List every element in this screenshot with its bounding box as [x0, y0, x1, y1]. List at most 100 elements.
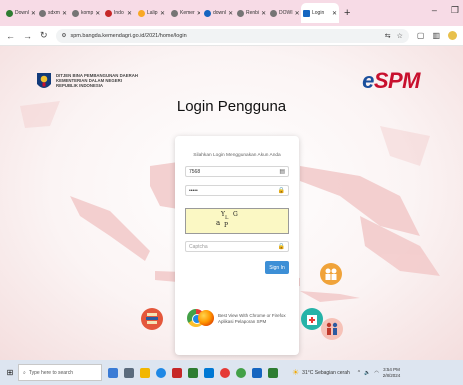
close-icon[interactable]: ✕ [261, 10, 266, 17]
system-tray: ^ 🔈 ◠ [358, 370, 379, 376]
people-icon [325, 268, 337, 280]
close-icon[interactable]: ✕ [332, 10, 337, 17]
address-bar: ← → ↻ ⚙ spm.bangda.kemendagri.go.id/2021… [0, 26, 463, 46]
chevron-up-icon[interactable]: ^ [358, 370, 360, 376]
windows-start-icon[interactable]: ⊞ [2, 368, 18, 377]
close-icon[interactable]: ✕ [228, 10, 233, 17]
sign-in-button[interactable]: Sign In [265, 261, 289, 274]
captcha-char: a [216, 219, 221, 227]
clock-date: 2/8/2024 [382, 372, 401, 378]
edge-icon[interactable] [204, 367, 214, 378]
forward-icon[interactable]: → [23, 31, 32, 41]
user-card-icon: ▤ [279, 169, 285, 175]
weather-widget[interactable]: ☀ 31°C Sebagian cerah [292, 368, 350, 377]
education-service-icon[interactable] [141, 308, 163, 330]
tab-favicon [72, 9, 79, 17]
tab-label: Downl [15, 10, 29, 16]
brand-spm: SPM [373, 68, 421, 93]
close-icon[interactable]: ✕ [95, 10, 100, 17]
restore-icon[interactable]: ❐ [451, 5, 459, 16]
browser-tab[interactable]: Downl ✕ [4, 3, 35, 23]
site-info-icon[interactable]: ⚙ [62, 33, 67, 39]
taskbar-search-field[interactable]: ⌕ Type here to search [18, 364, 102, 381]
translate-icon[interactable]: ⇆ [385, 32, 391, 40]
browser-tab[interactable]: sdxm ✕ [37, 3, 68, 23]
app-icon[interactable] [188, 367, 198, 378]
captcha-field[interactable]: Captcha 🔒 [185, 241, 289, 252]
browser-tab[interactable]: downl ✕ [202, 3, 233, 23]
lock-icon: 🔒 [277, 188, 285, 194]
app-icon[interactable] [220, 367, 230, 378]
word-icon[interactable] [252, 367, 262, 378]
browser-tab[interactable]: Renbi ✕ [235, 3, 266, 23]
close-icon[interactable]: ✕ [197, 10, 200, 17]
family-icon [326, 322, 338, 335]
tab-favicon [237, 9, 244, 17]
tab-favicon [204, 9, 211, 17]
app-icon[interactable] [172, 367, 182, 378]
social-service-icon[interactable] [320, 263, 342, 285]
health-service-icon[interactable] [301, 308, 323, 330]
windows-taskbar: ⊞ ⌕ Type here to search ☀ 31°C Sebagian … [0, 360, 463, 385]
tab-label: Renbi [246, 10, 260, 16]
close-icon[interactable]: ✕ [62, 10, 67, 17]
new-tab-button[interactable]: + [344, 7, 350, 19]
clock-time: 3:54 PM [383, 366, 400, 372]
browser-tab-strip: Downl ✕ sdxm ✕ komp ✕ Indo ✕ Lalip ✕ Kemer ✕ downl ✕ R… [0, 0, 463, 26]
chrome-taskbar-icon[interactable] [156, 367, 166, 378]
best-view-note: Best View With Chrome or Firefox Aplikas… [187, 307, 287, 329]
organization-name: DITJEN BINA PEMBANGUNAN DAERAH KEMENTERI… [56, 73, 138, 88]
captcha-char: P [224, 222, 229, 229]
tab-login[interactable]: Login ✕ [301, 3, 339, 23]
close-icon[interactable]: ✕ [31, 10, 35, 17]
profile-avatar[interactable] [448, 31, 457, 40]
login-hint: Silahkan Login Menggunakan Akun Anda [193, 153, 281, 158]
file-explorer-icon[interactable] [140, 367, 150, 378]
captcha-placeholder: Captcha [189, 243, 208, 250]
reload-icon[interactable]: ↻ [40, 30, 48, 41]
tab-label: DOWI [279, 10, 293, 16]
taskbar-clock[interactable]: 3:54 PM 2/8/2024 [383, 367, 401, 379]
search-icon: ⌕ [23, 369, 26, 376]
browser-tab[interactable]: Kemer ✕ [169, 3, 200, 23]
close-icon[interactable]: ✕ [160, 10, 165, 17]
browser-tab[interactable]: Indo ✕ [103, 3, 134, 23]
window-controls: – ❐ [432, 5, 459, 16]
page-content: DITJEN BINA PEMBANGUNAN DAERAH KEMENTERI… [0, 46, 463, 360]
captcha-image: a Y L P G [185, 208, 289, 234]
bookmark-star-icon[interactable]: ☆ [397, 32, 403, 40]
tab-label: Lalip [147, 10, 158, 16]
widgets-icon[interactable] [124, 367, 134, 378]
close-icon[interactable]: ✕ [295, 10, 299, 17]
browser-tab[interactable]: komp ✕ [70, 3, 101, 23]
tab-label: downl [213, 10, 227, 16]
browser-tab[interactable]: DOWI ✕ [268, 3, 299, 23]
espm-logo: eSPM [362, 68, 420, 94]
wifi-icon[interactable]: ◠ [374, 370, 378, 376]
back-icon[interactable]: ← [6, 31, 15, 41]
books-icon [146, 313, 158, 324]
firefox-icon [198, 310, 214, 326]
search-placeholder: Type here to search [28, 369, 74, 376]
browser-tab[interactable]: Lalip ✕ [136, 3, 167, 23]
url-text: spm.bangda.kemendagri.go.id/2021/home/lo… [70, 32, 187, 39]
sidepanel-icon[interactable]: ▥ [432, 31, 440, 40]
tab-label: Kemer [180, 10, 195, 16]
task-view-icon[interactable] [108, 367, 118, 378]
tab-label: Indo [114, 10, 124, 16]
tab-label: komp [81, 10, 94, 16]
password-field[interactable]: ••••• 🔒 [185, 185, 289, 196]
org-line: REPUBLIK INDONESIA [56, 83, 104, 88]
close-icon[interactable]: ✕ [127, 10, 132, 17]
username-field[interactable]: 7568 ▤ [185, 166, 289, 177]
brand-e: e [362, 68, 374, 93]
kemendagri-logo [37, 73, 51, 88]
excel-icon[interactable] [268, 367, 278, 378]
extension-icon[interactable]: ▢ [417, 31, 425, 40]
family-service-icon[interactable] [321, 318, 343, 340]
minimize-icon[interactable]: – [432, 5, 437, 16]
captcha-char: G [233, 211, 238, 218]
app-icon[interactable] [236, 367, 246, 378]
url-field[interactable]: ⚙ spm.bangda.kemendagri.go.id/2021/home/… [55, 28, 409, 43]
speaker-icon[interactable]: 🔈 [364, 370, 370, 376]
